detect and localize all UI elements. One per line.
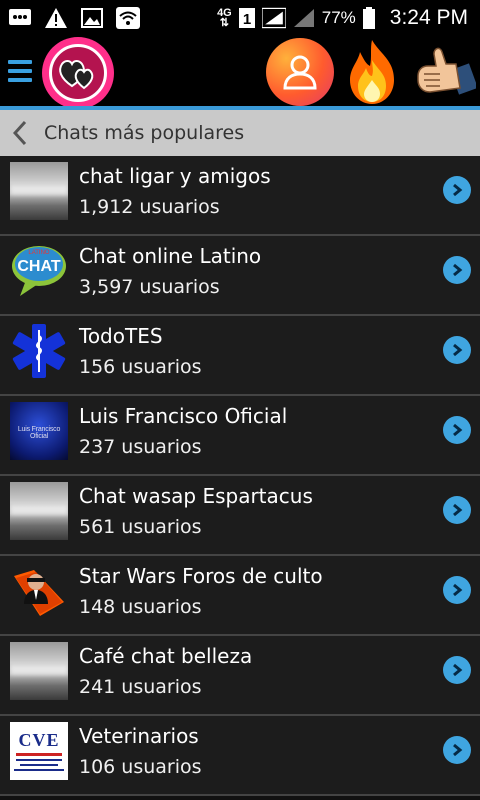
chat-name: Café chat belleza xyxy=(79,644,253,668)
chevron-right-icon[interactable] xyxy=(443,416,471,444)
fire-icon xyxy=(350,40,394,104)
chat-user-count: 106 usuarios xyxy=(79,756,202,778)
chat-user-count: 156 usuarios xyxy=(79,356,202,378)
chat-name: chat ligar y amigos xyxy=(79,164,271,188)
list-item[interactable]: Luis Francisco Oficial Luis Francisco Of… xyxy=(0,396,480,476)
battery-icon xyxy=(362,7,376,29)
sim-icon: 1 xyxy=(238,7,256,29)
folder-man-icon xyxy=(14,570,64,616)
chevron-right-icon[interactable] xyxy=(443,576,471,604)
chat-user-count: 237 usuarios xyxy=(79,436,202,458)
chevron-right-icon[interactable] xyxy=(443,256,471,284)
list-item[interactable]: Café chat belleza 241 usuarios xyxy=(0,636,480,716)
chat-thumbnail: CVE xyxy=(10,722,68,780)
list-item[interactable]: chat ligar y amigos 1,912 usuarios xyxy=(0,156,480,236)
chat-name: Star Wars Foros de culto xyxy=(79,564,323,588)
svg-text:CHAT: CHAT xyxy=(17,258,60,275)
list-item[interactable]: TodoTES 156 usuarios xyxy=(0,316,480,396)
clock: 3:24 PM xyxy=(389,6,468,29)
battery-percent: 77% xyxy=(321,8,356,27)
section-header: Chats más populares xyxy=(0,110,480,156)
thumbnail-text: Luis Francisco Oficial xyxy=(17,426,61,440)
chat-thumbnail: CHAT LATINO xyxy=(10,242,68,300)
chat-bubble-icon: CHAT LATINO xyxy=(12,246,66,296)
page-title: Chats más populares xyxy=(44,122,245,144)
chat-thumbnail xyxy=(10,562,68,620)
chat-name: TodoTES xyxy=(79,324,163,348)
hearts-icon xyxy=(59,60,94,90)
thumbs-up-icon xyxy=(417,47,478,95)
signal-icon xyxy=(261,7,286,29)
svg-text:1: 1 xyxy=(243,11,251,28)
warning-icon xyxy=(44,7,68,29)
trending-button[interactable] xyxy=(342,38,402,106)
chat-user-count: 241 usuarios xyxy=(79,676,202,698)
star-of-life-icon xyxy=(12,324,66,378)
chat-list: chat ligar y amigos 1,912 usuarios CHAT … xyxy=(0,156,480,796)
signal-icon-2 xyxy=(292,7,316,29)
user-icon xyxy=(283,55,317,90)
chat-thumbnail xyxy=(10,642,68,700)
status-bar: 4G ⇅ 1 77% 3:24 PM xyxy=(0,0,480,36)
chat-name: Chat wasap Espartacus xyxy=(79,484,313,508)
message-icon xyxy=(8,7,32,29)
profile-button[interactable] xyxy=(266,38,334,106)
menu-icon[interactable] xyxy=(8,56,32,86)
image-icon xyxy=(80,7,104,29)
chat-name: Luis Francisco Oficial xyxy=(79,404,288,428)
like-button[interactable] xyxy=(410,40,478,104)
chat-user-count: 148 usuarios xyxy=(79,596,202,618)
chevron-right-icon[interactable] xyxy=(443,736,471,764)
wifi-icon xyxy=(116,7,140,29)
back-icon[interactable] xyxy=(0,110,40,156)
list-item[interactable]: CVE Veterinarios 106 usuarios xyxy=(0,716,480,796)
chevron-right-icon[interactable] xyxy=(443,496,471,524)
thumbnail-text: CVE xyxy=(18,730,60,750)
chat-thumbnail: Luis Francisco Oficial xyxy=(10,402,68,460)
app-logo[interactable] xyxy=(42,37,114,109)
chevron-right-icon[interactable] xyxy=(443,176,471,204)
chat-user-count: 1,912 usuarios xyxy=(79,196,220,218)
chat-user-count: 3,597 usuarios xyxy=(79,276,220,298)
chat-thumbnail xyxy=(10,322,68,380)
chevron-right-icon[interactable] xyxy=(443,656,471,684)
chat-name: Chat online Latino xyxy=(79,244,262,268)
list-item[interactable]: CHAT LATINO Chat online Latino 3,597 usu… xyxy=(0,236,480,316)
chat-thumbnail xyxy=(10,482,68,540)
svg-text:LATINO: LATINO xyxy=(28,250,50,256)
chat-name: Veterinarios xyxy=(79,724,199,748)
list-item[interactable]: Chat wasap Espartacus 561 usuarios xyxy=(0,476,480,556)
network-type: 4G ⇅ xyxy=(217,7,232,29)
chevron-right-icon[interactable] xyxy=(443,336,471,364)
chat-user-count: 561 usuarios xyxy=(79,516,202,538)
list-item[interactable]: Star Wars Foros de culto 148 usuarios xyxy=(0,556,480,636)
chat-thumbnail xyxy=(10,162,68,220)
